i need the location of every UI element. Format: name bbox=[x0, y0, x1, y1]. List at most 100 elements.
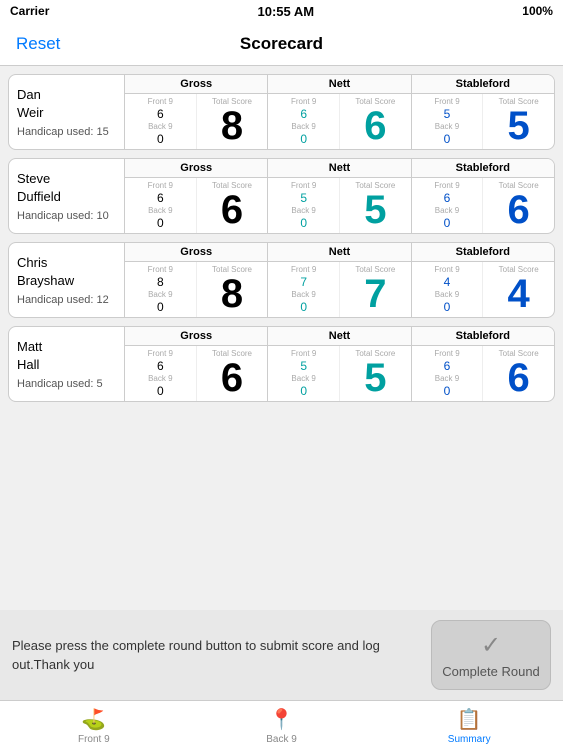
stableford-total-val-1: 6 bbox=[508, 190, 530, 230]
gross-total-val-2: 8 bbox=[221, 274, 243, 314]
stableford-back-label-0: Back 9 bbox=[435, 122, 459, 131]
tab-front-9[interactable]: ⛳ Front 9 bbox=[0, 701, 188, 750]
nett-front-label-3: Front 9 bbox=[291, 349, 316, 358]
status-bar: Carrier 10:55 AM 100% bbox=[0, 0, 563, 22]
tab-label-0: Front 9 bbox=[78, 734, 110, 745]
nett-back-val-0: 0 bbox=[300, 132, 307, 146]
tab-back-9[interactable]: 📍 Back 9 bbox=[188, 701, 376, 750]
player-handicap-1: Handicap used: 10 bbox=[17, 210, 116, 222]
gross-body-3: Front 9 6 Back 9 0 Total Score 6 bbox=[125, 346, 267, 401]
gross-total-val-3: 6 bbox=[221, 358, 243, 398]
nett-total-val-2: 7 bbox=[364, 274, 386, 314]
instruction-text: Please press the complete round button t… bbox=[12, 636, 419, 675]
gross-back-val-3: 0 bbox=[157, 384, 164, 398]
gross-header-1: Gross bbox=[125, 159, 267, 178]
gross-back-val-2: 0 bbox=[157, 300, 164, 314]
nett-body-3: Front 9 5 Back 9 0 Total Score 5 bbox=[268, 346, 410, 401]
stableford-section-1: Stableford Front 9 6 Back 9 0 Total Scor… bbox=[411, 159, 554, 233]
nett-body-0: Front 9 6 Back 9 0 Total Score 6 bbox=[268, 94, 410, 149]
stableford-body-3: Front 9 6 Back 9 0 Total Score 6 bbox=[412, 346, 554, 401]
player-handicap-2: Handicap used: 12 bbox=[17, 294, 116, 306]
stableford-total-col-2: Total Score 4 bbox=[482, 262, 554, 317]
stableford-sub-2: Front 9 4 Back 9 0 bbox=[412, 262, 483, 317]
nett-back-val-1: 0 bbox=[300, 216, 307, 230]
gross-front-val-0: 6 bbox=[157, 107, 164, 121]
nett-back-val-3: 0 bbox=[300, 384, 307, 398]
gross-back-label-1: Back 9 bbox=[148, 206, 172, 215]
stableford-body-1: Front 9 6 Back 9 0 Total Score 6 bbox=[412, 178, 554, 233]
nett-total-col-0: Total Score 6 bbox=[339, 94, 411, 149]
stableford-front-label-3: Front 9 bbox=[434, 349, 459, 358]
gross-front-val-3: 6 bbox=[157, 359, 164, 373]
player-name-2: ChrisBrayshaw bbox=[17, 254, 116, 290]
gross-body-0: Front 9 6 Back 9 0 Total Score 8 bbox=[125, 94, 267, 149]
gross-back-label-2: Back 9 bbox=[148, 290, 172, 299]
gross-total-col-2: Total Score 8 bbox=[196, 262, 268, 317]
nett-section-1: Nett Front 9 5 Back 9 0 Total Score 5 bbox=[267, 159, 410, 233]
gross-total-col-1: Total Score 6 bbox=[196, 178, 268, 233]
nett-total-val-3: 5 bbox=[364, 358, 386, 398]
nett-body-2: Front 9 7 Back 9 0 Total Score 7 bbox=[268, 262, 410, 317]
gross-back-label-3: Back 9 bbox=[148, 374, 172, 383]
gross-back-val-1: 0 bbox=[157, 216, 164, 230]
nett-front-label-1: Front 9 bbox=[291, 181, 316, 190]
nav-title: Scorecard bbox=[240, 34, 323, 54]
stableford-total-val-2: 4 bbox=[508, 274, 530, 314]
player-card-3: MattHall Handicap used: 5 Gross Front 9 … bbox=[8, 326, 555, 402]
stableford-back-label-2: Back 9 bbox=[435, 290, 459, 299]
stableford-front-label-2: Front 9 bbox=[434, 265, 459, 274]
player-card-2: ChrisBrayshaw Handicap used: 12 Gross Fr… bbox=[8, 242, 555, 318]
gross-header-2: Gross bbox=[125, 243, 267, 262]
gross-header-3: Gross bbox=[125, 327, 267, 346]
gross-front-label-2: Front 9 bbox=[148, 265, 173, 274]
stableford-back-val-1: 0 bbox=[444, 216, 451, 230]
nett-front-val-2: 7 bbox=[300, 275, 307, 289]
complete-round-button[interactable]: ✓ Complete Round bbox=[431, 620, 551, 690]
nett-header-3: Nett bbox=[268, 327, 410, 346]
gross-front-label-3: Front 9 bbox=[148, 349, 173, 358]
gross-section-3: Gross Front 9 6 Back 9 0 Total Score 6 bbox=[124, 327, 267, 401]
tab-label-1: Back 9 bbox=[266, 734, 297, 745]
card-body-2: Gross Front 9 8 Back 9 0 Total Score 8 bbox=[124, 243, 554, 317]
nett-section-0: Nett Front 9 6 Back 9 0 Total Score 6 bbox=[267, 75, 410, 149]
checkmark-icon: ✓ bbox=[481, 631, 501, 660]
card-body-0: Gross Front 9 6 Back 9 0 Total Score 8 bbox=[124, 75, 554, 149]
gross-total-val-0: 8 bbox=[221, 106, 243, 146]
nett-back-label-2: Back 9 bbox=[291, 290, 315, 299]
stableford-body-0: Front 9 5 Back 9 0 Total Score 5 bbox=[412, 94, 554, 149]
nett-total-val-0: 6 bbox=[364, 106, 386, 146]
gross-front-val-1: 6 bbox=[157, 191, 164, 205]
gross-sub-1: Front 9 6 Back 9 0 bbox=[125, 178, 196, 233]
nett-header-0: Nett bbox=[268, 75, 410, 94]
gross-total-val-1: 6 bbox=[221, 190, 243, 230]
stableford-body-2: Front 9 4 Back 9 0 Total Score 4 bbox=[412, 262, 554, 317]
stableford-header-2: Stableford bbox=[412, 243, 554, 262]
nett-sub-3: Front 9 5 Back 9 0 bbox=[268, 346, 339, 401]
nett-back-label-1: Back 9 bbox=[291, 206, 315, 215]
gross-front-val-2: 8 bbox=[157, 275, 164, 289]
reset-button[interactable]: Reset bbox=[16, 34, 60, 54]
gross-front-label-0: Front 9 bbox=[148, 97, 173, 106]
nett-total-col-3: Total Score 5 bbox=[339, 346, 411, 401]
stableford-back-val-0: 0 bbox=[444, 132, 451, 146]
nett-total-col-2: Total Score 7 bbox=[339, 262, 411, 317]
stableford-front-val-0: 5 bbox=[444, 107, 451, 121]
stableford-back-label-3: Back 9 bbox=[435, 374, 459, 383]
gross-sub-3: Front 9 6 Back 9 0 bbox=[125, 346, 196, 401]
nett-sub-0: Front 9 6 Back 9 0 bbox=[268, 94, 339, 149]
nett-back-label-0: Back 9 bbox=[291, 122, 315, 131]
nett-section-2: Nett Front 9 7 Back 9 0 Total Score 7 bbox=[267, 243, 410, 317]
stableford-front-label-0: Front 9 bbox=[434, 97, 459, 106]
stableford-sub-1: Front 9 6 Back 9 0 bbox=[412, 178, 483, 233]
tab-icon-0: ⛳ bbox=[81, 707, 106, 732]
tab-summary[interactable]: 📋 Summary bbox=[375, 701, 563, 750]
stableford-header-0: Stableford bbox=[412, 75, 554, 94]
gross-back-val-0: 0 bbox=[157, 132, 164, 146]
player-info-1: SteveDuffield Handicap used: 10 bbox=[9, 159, 124, 233]
tab-label-2: Summary bbox=[448, 734, 491, 745]
stableford-section-0: Stableford Front 9 5 Back 9 0 Total Scor… bbox=[411, 75, 554, 149]
main-content: DanWeir Handicap used: 15 Gross Front 9 … bbox=[0, 66, 563, 610]
nett-front-val-0: 6 bbox=[300, 107, 307, 121]
stableford-front-val-2: 4 bbox=[444, 275, 451, 289]
nett-header-2: Nett bbox=[268, 243, 410, 262]
